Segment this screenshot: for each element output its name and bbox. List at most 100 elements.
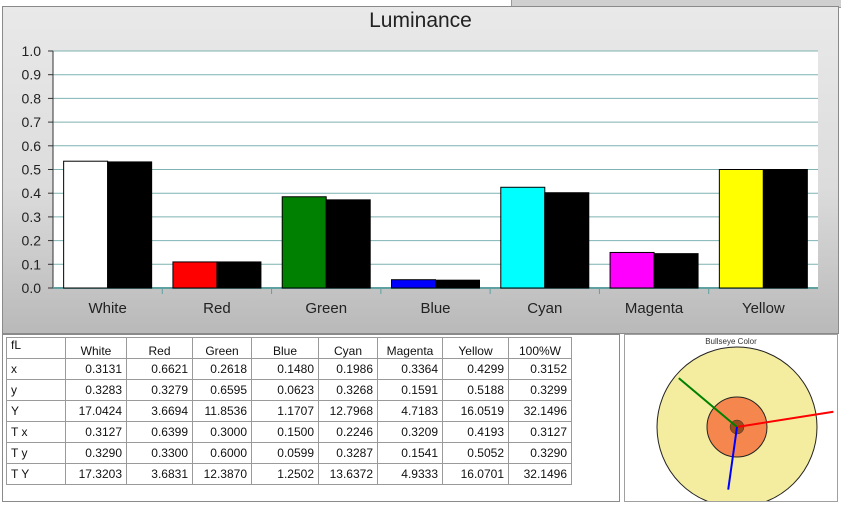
row-label: x (6, 358, 66, 380)
bar (609, 251, 655, 289)
table-cell: 0.3283 (65, 379, 127, 401)
row-label: Y (6, 400, 66, 422)
y-tick-label: 0.9 (22, 67, 42, 83)
bar (544, 192, 590, 289)
table-cell: 16.0701 (442, 463, 509, 485)
table-row: T Y 17.3203 3.6831 12.3870 1.2502 13.6372 4.93… (6, 463, 572, 485)
y-tick-label: 0.1 (22, 256, 42, 272)
table-row: x 0.3131 0.6621 0.2618 0.1480 0.1986 0.3364 0.4… (6, 358, 572, 380)
row-label: T y (6, 442, 66, 464)
table-cell: 3.6831 (126, 463, 193, 485)
bar (762, 169, 808, 289)
table-cell: 0.3152 (508, 358, 572, 380)
table-cell: 0.3290 (65, 442, 127, 464)
table-cell: 0.3364 (377, 358, 443, 380)
table-cell: 0.1541 (377, 442, 443, 464)
table-cell: 3.6694 (126, 400, 193, 422)
bar (325, 199, 371, 289)
table-cell: 13.6372 (318, 463, 378, 485)
y-tick-label: 0.3 (22, 209, 42, 225)
table-cell: 0.1591 (377, 379, 443, 401)
table-cell: 0.2618 (192, 358, 252, 380)
row-label: y (6, 379, 66, 401)
table-cell: 0.3299 (508, 379, 572, 401)
x-tick-label: Magenta (625, 300, 684, 317)
table-cell: 0.6000 (192, 442, 252, 464)
column-header: Blue (251, 337, 319, 359)
table-cell: 12.7968 (318, 400, 378, 422)
table-cell: 0.3209 (377, 421, 443, 443)
table-cell: 0.3287 (318, 442, 378, 464)
table-cell: 1.2502 (251, 463, 319, 485)
y-tick-label: 0.7 (22, 114, 42, 130)
bar (391, 279, 436, 289)
y-tick-label: 1.0 (22, 43, 42, 59)
table-cell: 0.4299 (442, 358, 509, 380)
table-row: Y 17.0424 3.6694 11.8536 1.1707 12.7968 4.7183… (6, 400, 572, 422)
y-tick-label: 0.2 (22, 233, 42, 249)
table-cell: 0.3127 (508, 421, 572, 443)
table-cell: 0.1480 (251, 358, 319, 380)
table-cell: 0.2246 (318, 421, 378, 443)
table-cell: 11.8536 (192, 400, 252, 422)
table-cell: 0.0623 (251, 379, 319, 401)
column-header: Cyan (318, 337, 378, 359)
luminance-chart-panel: Luminance 0.0 0.1 0.2 0.3 0.4 0.5 0.6 0.7 0.8 0.9… (2, 6, 839, 334)
bar (107, 161, 153, 289)
y-tick-label: 0.6 (22, 138, 42, 154)
column-header: Green (192, 337, 252, 359)
table-cell: 1.1707 (251, 400, 319, 422)
bar (63, 160, 109, 289)
table-cell: 0.3131 (65, 358, 127, 380)
measurement-table: fL White Red Green Blue Cyan Magenta Yel… (6, 337, 572, 485)
x-tick-label: Red (203, 300, 231, 317)
column-header: Red (126, 337, 193, 359)
row-label: T x (6, 421, 66, 443)
luminance-bar-chart: 0.0 0.1 0.2 0.3 0.4 0.5 0.6 0.7 0.8 0.9 1.0 White Re… (22, 43, 818, 317)
bar (281, 196, 327, 289)
column-header: Magenta (377, 337, 443, 359)
x-tick-label: White (88, 300, 126, 317)
table-cell: 0.1986 (318, 358, 378, 380)
bar (718, 169, 764, 289)
bullseye-color-panel: Bullseye Color (624, 334, 838, 502)
bar (435, 279, 480, 289)
column-header: White (65, 337, 127, 359)
column-header: Yellow (442, 337, 509, 359)
table-cell: 0.6399 (126, 421, 193, 443)
table-cell: 0.3127 (65, 421, 127, 443)
table-header-row: fL White Red Green Blue Cyan Magenta Yel… (6, 337, 572, 359)
table-row: T y 0.3290 0.3300 0.6000 0.0599 0.3287 0.1541 0… (6, 442, 572, 464)
y-tick-label: 0.4 (22, 185, 42, 201)
table-cell: 0.3300 (126, 442, 193, 464)
x-tick-label: Cyan (527, 300, 562, 317)
table-cell: 4.9333 (377, 463, 443, 485)
table-cell: 0.4193 (442, 421, 509, 443)
table-cell: 12.3870 (192, 463, 252, 485)
table-corner-unit: fL (6, 337, 66, 359)
table-cell: 0.3279 (126, 379, 193, 401)
table-cell: 0.5052 (442, 442, 509, 464)
table-cell: 0.3268 (318, 379, 378, 401)
bar (172, 261, 218, 289)
column-header: 100%W (508, 337, 572, 359)
bar (216, 261, 262, 289)
x-tick-label: Yellow (742, 300, 785, 317)
table-cell: 17.3203 (65, 463, 127, 485)
table-cell: 4.7183 (377, 400, 443, 422)
table-cell: 0.3000 (192, 421, 252, 443)
table-row: T x 0.3127 0.6399 0.3000 0.1500 0.2246 0.3209 0… (6, 421, 572, 443)
y-tick-label: 0.0 (22, 280, 42, 296)
table-cell: 0.5188 (442, 379, 509, 401)
bar (500, 186, 546, 289)
x-tick-label: Green (305, 300, 347, 317)
table-cell: 0.1500 (251, 421, 319, 443)
x-tick-label: Blue (420, 300, 450, 317)
table-cell: 16.0519 (442, 400, 509, 422)
row-label: T Y (6, 463, 66, 485)
table-cell: 0.3290 (508, 442, 572, 464)
table-cell: 17.0424 (65, 400, 127, 422)
bar (653, 253, 699, 289)
table-cell: 0.6595 (192, 379, 252, 401)
table-cell: 32.1496 (508, 463, 572, 485)
